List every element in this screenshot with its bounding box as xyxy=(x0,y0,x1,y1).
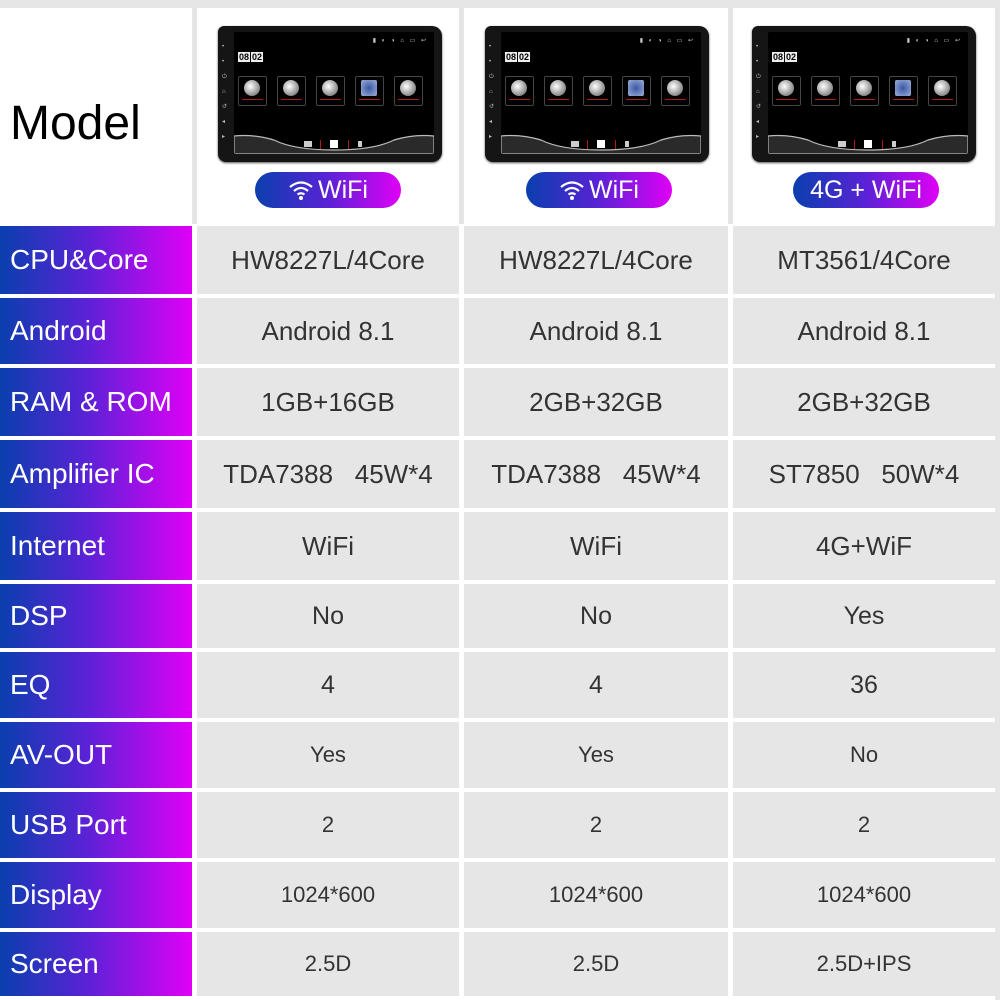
header-model-cell: Model xyxy=(0,8,192,224)
app-row xyxy=(238,76,423,106)
spec-value-cell: 2.5D xyxy=(464,932,728,996)
device-clock: 08 02 xyxy=(238,52,264,62)
side-buttons: • • ⏻ ⌂ ↺ ◂ ▸ xyxy=(489,44,495,140)
app-icon-navi xyxy=(238,76,267,106)
row-label: AV-OUT xyxy=(0,722,192,788)
spec-value-cell: Yes xyxy=(733,584,995,648)
spec-value-cell: 36 xyxy=(733,652,995,718)
app-icon-video xyxy=(811,76,840,106)
divider xyxy=(995,8,1000,1000)
row-label: Screen xyxy=(0,932,192,996)
spec-value-cell: 1GB+16GB xyxy=(197,368,459,436)
app-icon-navi xyxy=(505,76,534,106)
spec-value-cell: 2.5D xyxy=(197,932,459,996)
spec-value-cell: 2 xyxy=(197,792,459,858)
side-buttons: • • ⏻ ⌂ ↺ ◂ ▸ xyxy=(222,44,228,140)
app-row xyxy=(505,76,690,106)
app-icon-video xyxy=(544,76,573,106)
app-icon-bt xyxy=(850,76,879,106)
app-icon-bt xyxy=(583,76,612,106)
spec-value-cell: Android 8.1 xyxy=(733,298,995,364)
wifi-icon xyxy=(289,181,313,200)
status-bar: ▮ ◐ ◑ ⌂ ▭ ↩ xyxy=(372,38,428,44)
app-icon-setting xyxy=(661,76,690,106)
row-label: Internet xyxy=(0,512,192,580)
spec-value-cell: 4 xyxy=(464,652,728,718)
app-row xyxy=(772,76,957,106)
spec-value-cell: 2 xyxy=(733,792,995,858)
row-label: Display xyxy=(0,862,192,928)
status-bar: ▮ ◐ ◑ ⌂ ▭ ↩ xyxy=(639,38,695,44)
spec-value-cell: MT3561/4Core xyxy=(733,226,995,294)
dock-curve xyxy=(234,134,434,154)
spec-value-cell: WiFi xyxy=(197,512,459,580)
spec-value-cell: 1024*600 xyxy=(733,862,995,928)
app-icon-setting xyxy=(928,76,957,106)
app-icon-music xyxy=(355,76,384,106)
dock-curve xyxy=(501,134,701,154)
side-buttons: • • ⏻ ⌂ ↺ ◂ ▸ xyxy=(756,44,762,140)
app-icon-navi xyxy=(772,76,801,106)
connectivity-badge: 4G + WiFi xyxy=(793,172,939,208)
row-label: CPU&Core xyxy=(0,226,192,294)
spec-value-cell: 1024*600 xyxy=(197,862,459,928)
spec-value-cell: 2.5D+IPS xyxy=(733,932,995,996)
spec-value-cell: No xyxy=(733,722,995,788)
spec-value-cell: 1024*600 xyxy=(464,862,728,928)
dock-curve xyxy=(768,134,968,154)
spec-value-cell: 2GB+32GB xyxy=(733,368,995,436)
spec-value-cell: HW8227L/4Core xyxy=(197,226,459,294)
device-clock: 08 02 xyxy=(772,52,798,62)
connectivity-badge: WiFi xyxy=(255,172,401,208)
spec-value-cell: Yes xyxy=(464,722,728,788)
row-label: USB Port xyxy=(0,792,192,858)
row-label: DSP xyxy=(0,584,192,648)
spec-value-cell: HW8227L/4Core xyxy=(464,226,728,294)
spec-value-cell: Yes xyxy=(197,722,459,788)
row-label: RAM & ROM xyxy=(0,368,192,436)
row-label: Android xyxy=(0,298,192,364)
spec-value-cell: No xyxy=(197,584,459,648)
spec-value-cell: TDA7388 45W*4 xyxy=(464,440,728,508)
badge-label: WiFi xyxy=(318,175,368,204)
status-bar: ▮ ◐ ◑ ⌂ ▭ ↩ xyxy=(906,38,962,44)
spec-value-cell: 4 xyxy=(197,652,459,718)
device-screen: ▮ ◐ ◑ ⌂ ▭ ↩ 08 02 xyxy=(768,32,968,154)
row-label: Amplifier IC xyxy=(0,440,192,508)
top-border xyxy=(0,0,1000,8)
app-icon-music xyxy=(889,76,918,106)
wifi-icon xyxy=(560,181,584,200)
spec-value-cell: 4G+WiF xyxy=(733,512,995,580)
head-unit-image: • • ⏻ ⌂ ↺ ◂ ▸ ▮ ◐ ◑ ⌂ ▭ ↩ 08 02 xyxy=(485,26,709,162)
spec-value-cell: 2 xyxy=(464,792,728,858)
spec-value-cell: TDA7388 45W*4 xyxy=(197,440,459,508)
spec-value-cell: 2GB+32GB xyxy=(464,368,728,436)
spec-value-cell: ST7850 50W*4 xyxy=(733,440,995,508)
badge-label: WiFi xyxy=(589,175,639,204)
device-screen: ▮ ◐ ◑ ⌂ ▭ ↩ 08 02 xyxy=(501,32,701,154)
device-screen: ▮ ◐ ◑ ⌂ ▭ ↩ 08 02 xyxy=(234,32,434,154)
badge-label: 4G + WiFi xyxy=(810,175,922,204)
app-icon-setting xyxy=(394,76,423,106)
app-icon-music xyxy=(622,76,651,106)
spec-value-cell: No xyxy=(464,584,728,648)
spec-value-cell: Android 8.1 xyxy=(464,298,728,364)
connectivity-badge: WiFi xyxy=(526,172,672,208)
spec-value-cell: WiFi xyxy=(464,512,728,580)
comparison-table: Model • • ⏻ ⌂ ↺ ◂ ▸ ▮ ◐ ◑ ⌂ ▭ ↩ 08 02 • • ⏻ ⌂ ↺ ◂ xyxy=(0,0,1000,1000)
app-icon-video xyxy=(277,76,306,106)
row-label: EQ xyxy=(0,652,192,718)
model-title: Model xyxy=(10,97,141,150)
head-unit-image: • • ⏻ ⌂ ↺ ◂ ▸ ▮ ◐ ◑ ⌂ ▭ ↩ 08 02 xyxy=(218,26,442,162)
device-clock: 08 02 xyxy=(505,52,531,62)
spec-value-cell: Android 8.1 xyxy=(197,298,459,364)
head-unit-image: • • ⏻ ⌂ ↺ ◂ ▸ ▮ ◐ ◑ ⌂ ▭ ↩ 08 02 xyxy=(752,26,976,162)
app-icon-bt xyxy=(316,76,345,106)
